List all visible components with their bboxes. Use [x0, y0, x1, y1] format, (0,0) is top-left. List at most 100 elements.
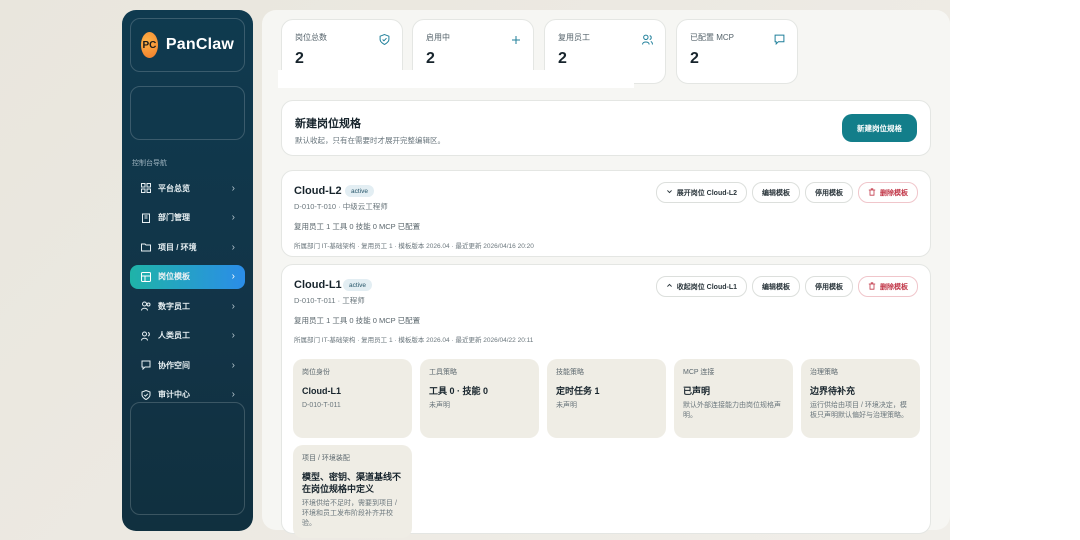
- detail-heading: 技能策略: [556, 369, 584, 376]
- detail-value: 工具 0 · 技能 0: [429, 386, 489, 396]
- detail-note: D-010-T-011: [302, 402, 341, 409]
- chevron-right-icon: ›: [231, 300, 235, 312]
- shield-check-icon: [379, 32, 390, 50]
- stat-value: 2: [690, 50, 699, 67]
- status-badge: active: [345, 185, 374, 197]
- detail-heading: MCP 连接: [683, 369, 715, 376]
- detail-heading: 项目 / 环境装配: [302, 455, 350, 462]
- detail-value: 模型、密钥、渠道基线不在岗位规格中定义: [302, 472, 402, 494]
- folder-icon: [140, 241, 152, 253]
- detail-tool-policy: 工具策略 工具 0 · 技能 0 未声明: [420, 359, 539, 438]
- sidebar-item-label: 项目 / 环境: [158, 242, 197, 252]
- sidebar-item-label: 协作空间: [158, 360, 190, 370]
- stat-label: 启用中: [426, 33, 450, 42]
- detail-value: Cloud-L1: [302, 386, 341, 396]
- chevron-right-icon: ›: [231, 241, 235, 253]
- sidebar-item-human-staff[interactable]: 人类员工 ›: [130, 324, 245, 348]
- sidebar-item-overview[interactable]: 平台总览 ›: [130, 176, 245, 200]
- sidebar-item-digital-staff[interactable]: 数字员工 ›: [130, 294, 245, 318]
- expand-template-button[interactable]: 展开岗位 Cloud-L2: [655, 182, 747, 203]
- detail-heading: 治理策略: [810, 369, 838, 376]
- edit-template-button[interactable]: 编辑模板: [752, 182, 800, 203]
- template-meta: 所属部门 IT-基础架构 · 复用员工 1 · 模板版本 2026.04 · 最…: [294, 337, 534, 344]
- sidebar-footer-box: [130, 402, 245, 515]
- chevron-right-icon: ›: [231, 212, 235, 223]
- template-code: D-010-T-011 · 工程师: [294, 296, 365, 305]
- detail-environment: 项目 / 环境装配 模型、密钥、渠道基线不在岗位规格中定义 环境供给不足时，需要…: [293, 445, 412, 538]
- create-subtitle: 默认收起，只有在需要时才展开完整编辑区。: [295, 136, 445, 145]
- status-badge: active: [343, 279, 372, 291]
- detail-value: 定时任务 1: [556, 386, 600, 396]
- disable-template-button[interactable]: 停用模板: [805, 182, 853, 203]
- template-meta: 所属部门 IT-基础架构 · 复用员工 1 · 模板版本 2026.04 · 最…: [294, 243, 534, 250]
- sidebar-item-collaboration[interactable]: 协作空间 ›: [130, 353, 245, 377]
- detail-note: 运行供给由项目 / 环境决定，模板只声明默认偏好与治理策略。: [810, 402, 908, 419]
- plus-icon: [511, 32, 521, 50]
- trash-icon: [868, 187, 876, 198]
- stat-value: 2: [426, 50, 435, 67]
- sidebar-item-label: 部门管理: [158, 213, 190, 222]
- detail-heading: 工具策略: [429, 369, 457, 376]
- create-template-button[interactable]: 新建岗位规格: [842, 114, 917, 142]
- chat-icon: [140, 359, 152, 371]
- chevron-right-icon: ›: [231, 271, 235, 282]
- template-name: Cloud-L1: [294, 279, 342, 291]
- detail-note: 未声明: [556, 402, 577, 409]
- sidebar-item-label: 审计中心: [158, 390, 190, 399]
- detail-identity: 岗位身份 Cloud-L1 D-010-T-011: [293, 359, 412, 438]
- grid-icon: [140, 182, 152, 194]
- shield-icon: [140, 389, 152, 401]
- template-card: Cloud-L2 active D-010-T-010 · 中级云工程师 展开岗…: [281, 170, 931, 257]
- disable-template-button[interactable]: 停用模板: [805, 276, 853, 297]
- collapse-label: 收起岗位 Cloud-L1: [676, 283, 737, 291]
- trash-icon: [868, 281, 876, 292]
- detail-heading: 岗位身份: [302, 369, 330, 376]
- brand-logo: PC: [141, 32, 158, 58]
- building-icon: [140, 212, 152, 224]
- users-icon: [642, 32, 653, 50]
- sidebar: PC PanClaw 控制台导航 平台总览 › 部门管理 › 项目 / 环境 ›…: [122, 10, 253, 531]
- template-icon: [140, 271, 152, 283]
- people-icon: [140, 330, 152, 342]
- collapse-template-button[interactable]: 收起岗位 Cloud-L1: [655, 276, 747, 297]
- main-panel: 岗位总数 2 启用中 2 复用员工 2 已配置 MCP 2 新建岗位规格 默认收…: [262, 10, 950, 538]
- detail-note: 默认外部连接能力由岗位规格声明。: [683, 402, 781, 419]
- stat-card-mcp: 已配置 MCP 2: [676, 19, 798, 84]
- delete-template-button[interactable]: 删除模板: [858, 182, 918, 203]
- overlay-strip: [278, 70, 634, 88]
- brand-name: PanClaw: [165, 36, 234, 53]
- sidebar-workspace-box: [130, 86, 245, 140]
- sidebar-item-label: 岗位模板: [158, 272, 190, 281]
- sidebar-item-projects[interactable]: 项目 / 环境 ›: [130, 235, 245, 259]
- nav-caption: 控制台导航: [132, 160, 167, 167]
- create-template-card: 新建岗位规格 默认收起，只有在需要时才展开完整编辑区。 新建岗位规格: [281, 100, 931, 156]
- detail-value: 已声明: [683, 386, 711, 396]
- stat-value: 2: [558, 50, 567, 67]
- delete-template-button[interactable]: 删除模板: [858, 276, 918, 297]
- sidebar-item-departments[interactable]: 部门管理 ›: [130, 206, 245, 230]
- sidebar-item-templates[interactable]: 岗位模板 ›: [130, 264, 245, 289]
- detail-mcp: MCP 连接 已声明 默认外部连接能力由岗位规格声明。: [674, 359, 793, 438]
- stat-value: 2: [295, 50, 304, 67]
- right-background-strip: [950, 0, 1080, 540]
- detail-note: 未声明: [429, 402, 450, 409]
- detail-skill-policy: 技能策略 定时任务 1 未声明: [547, 359, 666, 438]
- detail-note: 环境供给不足时，需要到项目 / 环境和员工发布阶段补齐并校验。: [302, 500, 397, 527]
- template-stats: 复用员工 1 工具 0 技能 0 MCP 已配置: [294, 316, 421, 325]
- delete-label: 删除模板: [880, 189, 908, 197]
- stat-label: 岗位总数: [295, 33, 327, 42]
- template-card: Cloud-L1 active D-010-T-011 · 工程师 收起岗位 C…: [281, 264, 931, 538]
- message-icon: [774, 32, 785, 50]
- template-code: D-010-T-010 · 中级云工程师: [294, 202, 388, 211]
- chevron-right-icon: ›: [231, 182, 235, 194]
- template-stats: 复用员工 1 工具 0 技能 0 MCP 已配置: [294, 222, 421, 231]
- chevron-right-icon: ›: [231, 359, 235, 371]
- create-title: 新建岗位规格: [295, 118, 361, 130]
- edit-template-button[interactable]: 编辑模板: [752, 276, 800, 297]
- sidebar-item-label: 平台总览: [158, 183, 190, 193]
- users-icon: [140, 300, 152, 312]
- sidebar-item-label: 人类员工: [158, 331, 190, 340]
- stat-label: 复用员工: [558, 33, 590, 42]
- stat-label: 已配置 MCP: [690, 33, 734, 42]
- brand[interactable]: PC PanClaw: [130, 18, 245, 72]
